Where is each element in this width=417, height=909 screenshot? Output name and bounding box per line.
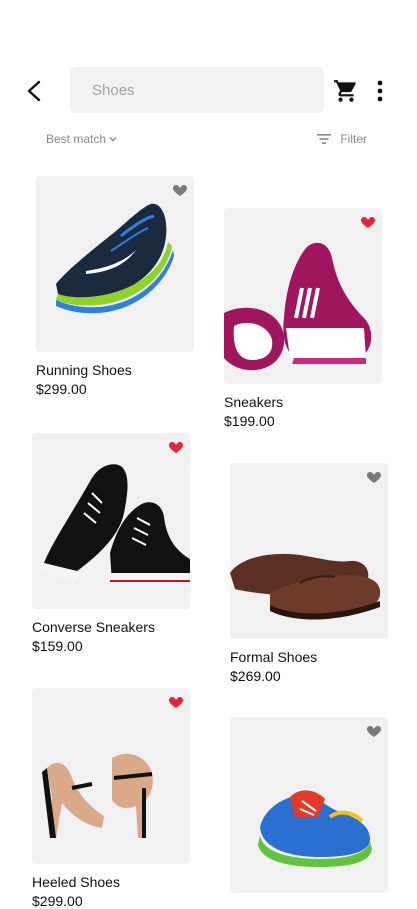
shopping-cart-icon [334, 80, 356, 102]
product-price: $199.00 [224, 413, 275, 429]
product-name: Sneakers [224, 394, 284, 410]
favorite-heart-icon[interactable] [366, 723, 382, 739]
product-card[interactable]: Running Shoes $299.00 [36, 176, 194, 397]
kids-shoe-image [258, 790, 372, 867]
search-input[interactable] [90, 80, 324, 100]
heeled-shoe-image [42, 753, 153, 838]
product-image [32, 688, 190, 864]
chevron-down-icon [109, 137, 117, 142]
favorite-heart-icon[interactable] [366, 469, 382, 485]
product-price: $299.00 [32, 893, 83, 909]
filter-label: Filter [340, 132, 367, 146]
sort-dropdown[interactable]: Best match [46, 132, 118, 146]
product-image [230, 463, 388, 639]
more-options-button[interactable] [370, 78, 390, 104]
product-card[interactable]: Formal Shoes $269.00 [230, 463, 388, 684]
product-image [224, 208, 382, 384]
top-bar [0, 66, 417, 116]
running-shoe-image [56, 203, 174, 314]
sort-filter-bar: Best match Filter [0, 128, 417, 154]
product-image [36, 176, 194, 352]
product-card[interactable]: Converse Sneakers $159.00 [32, 433, 190, 654]
favorite-heart-icon[interactable] [172, 182, 188, 198]
filter-icon [317, 134, 332, 144]
back-arrow-icon [27, 80, 41, 102]
product-card[interactable]: Heeled Shoes $299.00 [32, 688, 190, 909]
filter-button[interactable]: Filter [316, 132, 367, 146]
product-name: Running Shoes [36, 362, 132, 378]
product-price: $159.00 [32, 638, 83, 654]
product-card[interactable] [230, 717, 388, 903]
search-bar[interactable] [70, 67, 324, 113]
product-name: Formal Shoes [230, 649, 318, 665]
formal-shoe-image [230, 553, 381, 620]
product-image [230, 717, 388, 893]
more-vertical-icon [377, 80, 383, 102]
favorite-heart-icon[interactable] [168, 439, 184, 455]
converse-sneaker-image [40, 464, 190, 585]
product-image [32, 433, 190, 609]
cart-button[interactable] [333, 78, 359, 104]
product-price: $299.00 [36, 381, 87, 397]
sneaker-image [224, 242, 372, 371]
product-card[interactable]: Sneakers $199.00 [224, 208, 382, 429]
back-button[interactable] [20, 76, 50, 106]
favorite-heart-icon[interactable] [168, 694, 184, 710]
product-name: Heeled Shoes [32, 874, 120, 890]
product-price: $269.00 [230, 668, 281, 684]
sort-label: Best match [46, 132, 107, 146]
favorite-heart-icon[interactable] [360, 214, 376, 230]
product-name: Converse Sneakers [32, 619, 155, 635]
